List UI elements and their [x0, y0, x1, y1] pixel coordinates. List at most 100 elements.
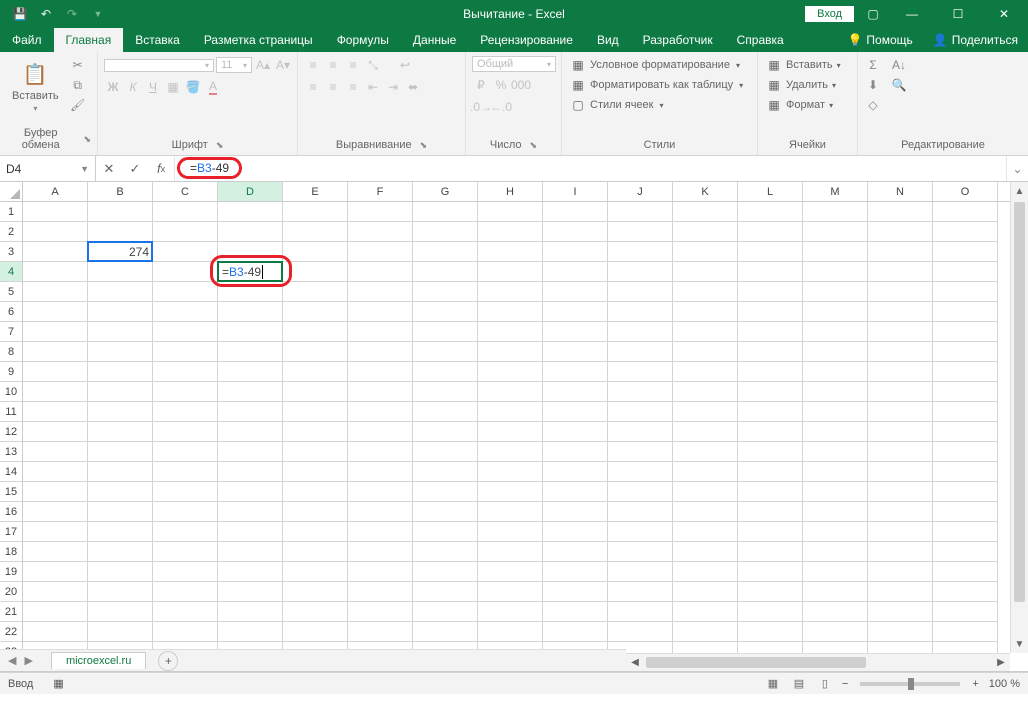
- row-header-7[interactable]: 7: [0, 322, 22, 342]
- cell-G7[interactable]: [413, 322, 478, 342]
- cell-G12[interactable]: [413, 422, 478, 442]
- cell-M18[interactable]: [803, 542, 868, 562]
- cells-area[interactable]: 274: [23, 202, 1010, 653]
- cell-H12[interactable]: [478, 422, 543, 442]
- cell-O4[interactable]: [933, 262, 998, 282]
- view-normal-icon[interactable]: ▦: [761, 675, 785, 693]
- cell-K14[interactable]: [673, 462, 738, 482]
- cell-L21[interactable]: [738, 602, 803, 622]
- cell-B12[interactable]: [88, 422, 153, 442]
- cell-M7[interactable]: [803, 322, 868, 342]
- zoom-slider[interactable]: [860, 682, 960, 686]
- cell-H21[interactable]: [478, 602, 543, 622]
- cell-F17[interactable]: [348, 522, 413, 542]
- active-cell[interactable]: =B3-49: [217, 261, 283, 282]
- cell-J4[interactable]: [608, 262, 673, 282]
- row-header-2[interactable]: 2: [0, 222, 22, 242]
- cell-N3[interactable]: [868, 242, 933, 262]
- cell-B18[interactable]: [88, 542, 153, 562]
- cell-G11[interactable]: [413, 402, 478, 422]
- cell-D13[interactable]: [218, 442, 283, 462]
- namebox-dropdown-icon[interactable]: ▼: [80, 164, 89, 174]
- cell-D20[interactable]: [218, 582, 283, 602]
- cell-B17[interactable]: [88, 522, 153, 542]
- cell-B22[interactable]: [88, 622, 153, 642]
- cell-B15[interactable]: [88, 482, 153, 502]
- zoom-level[interactable]: 100 %: [989, 678, 1020, 690]
- wrap-text-icon[interactable]: ↩: [396, 56, 414, 74]
- cell-B10[interactable]: [88, 382, 153, 402]
- cell-F3[interactable]: [348, 242, 413, 262]
- cell-A13[interactable]: [23, 442, 88, 462]
- cell-H19[interactable]: [478, 562, 543, 582]
- row-header-17[interactable]: 17: [0, 522, 22, 542]
- cell-C9[interactable]: [153, 362, 218, 382]
- cell-H9[interactable]: [478, 362, 543, 382]
- cell-C14[interactable]: [153, 462, 218, 482]
- cell-E8[interactable]: [283, 342, 348, 362]
- cell-K9[interactable]: [673, 362, 738, 382]
- cell-C11[interactable]: [153, 402, 218, 422]
- cell-M13[interactable]: [803, 442, 868, 462]
- cell-D12[interactable]: [218, 422, 283, 442]
- row-header-4[interactable]: 4: [0, 262, 22, 282]
- cell-L6[interactable]: [738, 302, 803, 322]
- cell-F6[interactable]: [348, 302, 413, 322]
- cell-J16[interactable]: [608, 502, 673, 522]
- scroll-left-icon[interactable]: ◀: [626, 654, 644, 671]
- align-right-icon[interactable]: ≡: [344, 78, 362, 96]
- cell-E5[interactable]: [283, 282, 348, 302]
- cell-N19[interactable]: [868, 562, 933, 582]
- row-header-9[interactable]: 9: [0, 362, 22, 382]
- cell-G9[interactable]: [413, 362, 478, 382]
- cell-E1[interactable]: [283, 202, 348, 222]
- cell-M1[interactable]: [803, 202, 868, 222]
- cell-C4[interactable]: [153, 262, 218, 282]
- cell-O14[interactable]: [933, 462, 998, 482]
- cell-J12[interactable]: [608, 422, 673, 442]
- cell-J21[interactable]: [608, 602, 673, 622]
- tab-developer[interactable]: Разработчик: [631, 28, 725, 52]
- cell-F15[interactable]: [348, 482, 413, 502]
- cell-D14[interactable]: [218, 462, 283, 482]
- number-launcher-icon[interactable]: ⬊: [530, 140, 538, 151]
- cancel-formula-icon[interactable]: ✕: [96, 161, 122, 177]
- expand-formula-bar-icon[interactable]: ⌄: [1006, 156, 1028, 181]
- clipboard-launcher-icon[interactable]: ⬊: [83, 134, 91, 145]
- conditional-formatting-button[interactable]: ▦Условное форматирование▾: [568, 56, 742, 74]
- undo-icon[interactable]: ↶: [34, 2, 58, 26]
- cell-A20[interactable]: [23, 582, 88, 602]
- cell-K5[interactable]: [673, 282, 738, 302]
- maximize-button[interactable]: ☐: [938, 0, 978, 28]
- paste-button[interactable]: 📋 Вставить ▾: [6, 56, 65, 117]
- cell-D6[interactable]: [218, 302, 283, 322]
- cell-L15[interactable]: [738, 482, 803, 502]
- save-icon[interactable]: 💾: [8, 2, 32, 26]
- cell-O19[interactable]: [933, 562, 998, 582]
- cell-G17[interactable]: [413, 522, 478, 542]
- cell-O18[interactable]: [933, 542, 998, 562]
- cell-H8[interactable]: [478, 342, 543, 362]
- cell-B5[interactable]: [88, 282, 153, 302]
- cell-A3[interactable]: [23, 242, 88, 262]
- cell-M11[interactable]: [803, 402, 868, 422]
- row-header-15[interactable]: 15: [0, 482, 22, 502]
- col-header-B[interactable]: B: [88, 182, 153, 201]
- cell-I22[interactable]: [543, 622, 608, 642]
- cell-C2[interactable]: [153, 222, 218, 242]
- cell-H2[interactable]: [478, 222, 543, 242]
- cell-K15[interactable]: [673, 482, 738, 502]
- percent-icon[interactable]: %: [492, 76, 510, 94]
- cell-D1[interactable]: [218, 202, 283, 222]
- indent-increase-icon[interactable]: ⇥: [384, 78, 402, 96]
- col-header-J[interactable]: J: [608, 182, 673, 201]
- cell-M19[interactable]: [803, 562, 868, 582]
- tab-layout[interactable]: Разметка страницы: [192, 28, 325, 52]
- cell-J22[interactable]: [608, 622, 673, 642]
- cell-C18[interactable]: [153, 542, 218, 562]
- cell-D9[interactable]: [218, 362, 283, 382]
- cell-F2[interactable]: [348, 222, 413, 242]
- cell-L16[interactable]: [738, 502, 803, 522]
- cell-E17[interactable]: [283, 522, 348, 542]
- cell-M5[interactable]: [803, 282, 868, 302]
